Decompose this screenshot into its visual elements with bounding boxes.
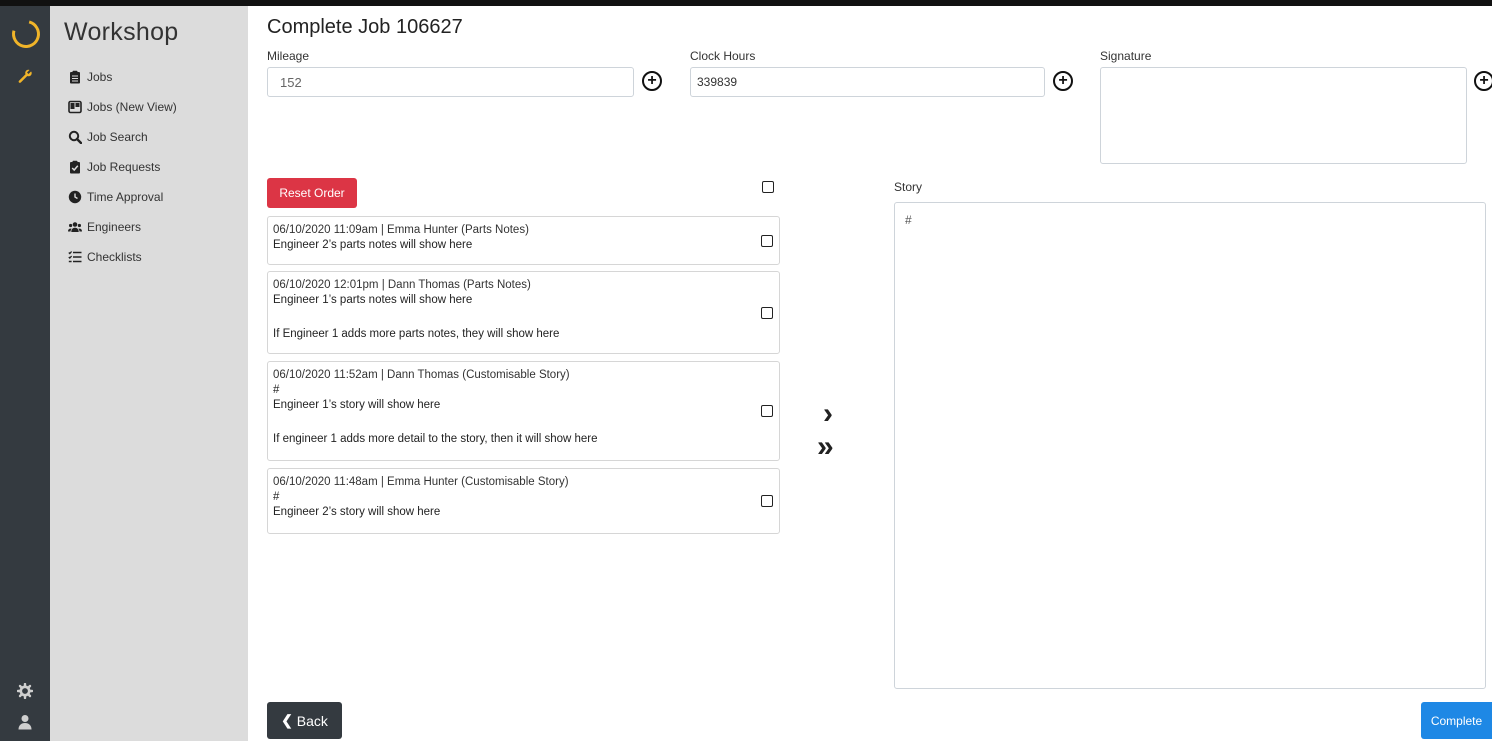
sidebar-item-job-requests[interactable]: Job Requests bbox=[68, 152, 177, 182]
back-button[interactable]: ❮ Back bbox=[267, 702, 342, 739]
plus-icon: + bbox=[1479, 72, 1489, 89]
sidebar-item-checklists[interactable]: Checklists bbox=[68, 242, 177, 272]
note-checkbox[interactable] bbox=[761, 405, 773, 417]
note-meta: 06/10/2020 11:48am | Emma Hunter (Custom… bbox=[273, 476, 569, 488]
page-title: Complete Job 106627 bbox=[267, 16, 463, 38]
plus-icon: + bbox=[647, 72, 657, 89]
clock-hours-label: Clock Hours bbox=[690, 49, 756, 63]
select-all-checkbox[interactable] bbox=[762, 181, 774, 193]
note-line: Engineer 1’s story will show here bbox=[273, 399, 441, 411]
note-line: # bbox=[273, 491, 280, 503]
sidebar-item-label: Jobs bbox=[87, 70, 113, 84]
add-mileage-button[interactable]: + bbox=[642, 71, 662, 91]
plus-icon: + bbox=[1058, 72, 1068, 89]
users-icon bbox=[68, 220, 82, 234]
search-icon bbox=[68, 130, 82, 144]
chevron-left-icon: ❮ bbox=[281, 712, 293, 728]
sidebar-item-job-search[interactable]: Job Search bbox=[68, 122, 177, 152]
note-card[interactable]: 06/10/2020 12:01pm | Dann Thomas (Parts … bbox=[267, 271, 780, 354]
user-icon[interactable] bbox=[17, 714, 33, 730]
reset-order-button[interactable]: Reset Order bbox=[267, 178, 357, 208]
clipboard-check-icon bbox=[68, 160, 82, 174]
clock-hours-input[interactable]: 339839 bbox=[690, 67, 1045, 97]
story-text: # bbox=[905, 213, 912, 227]
note-checkbox[interactable] bbox=[761, 235, 773, 247]
sidebar-item-label: Jobs (New View) bbox=[87, 100, 177, 114]
note-checkbox[interactable] bbox=[761, 307, 773, 319]
sidebar-item-time-approval[interactable]: Time Approval bbox=[68, 182, 177, 212]
story-textarea[interactable]: # bbox=[894, 202, 1486, 689]
move-all-arrow-icon[interactable]: » bbox=[817, 432, 834, 462]
icon-rail bbox=[0, 6, 50, 741]
signature-label: Signature bbox=[1100, 49, 1152, 63]
sidebar-item-label: Job Requests bbox=[87, 160, 161, 174]
sidebar: Workshop Jobs Jobs (New View) Job Search… bbox=[50, 6, 248, 741]
note-line bbox=[273, 308, 774, 327]
note-line: # bbox=[273, 384, 280, 396]
sidebar-item-label: Engineers bbox=[87, 220, 142, 234]
signature-pad[interactable] bbox=[1100, 67, 1467, 164]
note-card[interactable]: 06/10/2020 11:48am | Emma Hunter (Custom… bbox=[267, 468, 780, 534]
sidebar-nav: Jobs Jobs (New View) Job Search Job Requ… bbox=[68, 62, 177, 272]
note-line: Engineer 2’s parts notes will show here bbox=[273, 239, 473, 251]
add-signature-button[interactable]: + bbox=[1474, 71, 1492, 91]
move-selected-arrow-icon[interactable]: › bbox=[823, 399, 833, 429]
mileage-input[interactable]: 152 bbox=[267, 67, 634, 97]
sidebar-item-jobs[interactable]: Jobs bbox=[68, 62, 177, 92]
clock-icon bbox=[68, 190, 82, 204]
note-meta: 06/10/2020 11:09am | Emma Hunter (Parts … bbox=[273, 224, 529, 236]
back-label: Back bbox=[296, 712, 328, 729]
app-brand: Workshop bbox=[64, 18, 179, 46]
sidebar-item-engineers[interactable]: Engineers bbox=[68, 212, 177, 242]
story-label: Story bbox=[894, 180, 923, 194]
note-line: Engineer 2’s story will show here bbox=[273, 506, 441, 518]
columns-icon bbox=[68, 100, 82, 114]
note-meta: 06/10/2020 12:01pm | Dann Thomas (Parts … bbox=[273, 279, 531, 291]
sidebar-item-label: Job Search bbox=[87, 130, 148, 144]
note-line bbox=[273, 413, 774, 432]
clipboard-icon bbox=[68, 70, 82, 84]
note-line: Engineer 1’s parts notes will show here bbox=[273, 294, 473, 306]
note-line: If engineer 1 adds more detail to the st… bbox=[273, 433, 598, 445]
add-clock-hours-button[interactable]: + bbox=[1053, 71, 1073, 91]
mileage-label: Mileage bbox=[267, 49, 310, 63]
logo-icon[interactable] bbox=[6, 14, 46, 54]
sidebar-item-label: Time Approval bbox=[87, 190, 164, 204]
sidebar-item-jobs-new-view[interactable]: Jobs (New View) bbox=[68, 92, 177, 122]
note-meta: 06/10/2020 11:52am | Dann Thomas (Custom… bbox=[273, 369, 570, 381]
tasks-icon bbox=[68, 250, 82, 264]
note-card[interactable]: 06/10/2020 11:52am | Dann Thomas (Custom… bbox=[267, 361, 780, 461]
mileage-value: 152 bbox=[280, 74, 302, 90]
gear-icon[interactable] bbox=[17, 683, 33, 699]
note-card[interactable]: 06/10/2020 11:09am | Emma Hunter (Parts … bbox=[267, 216, 780, 265]
complete-button[interactable]: Complete bbox=[1421, 702, 1492, 739]
note-checkbox[interactable] bbox=[761, 495, 773, 507]
clock-hours-value: 339839 bbox=[697, 75, 738, 89]
main-content: Complete Job 106627 Mileage 152 + Clock … bbox=[267, 6, 1492, 741]
note-line: If Engineer 1 adds more parts notes, the… bbox=[273, 328, 560, 340]
wrench-icon[interactable] bbox=[17, 68, 33, 84]
sidebar-item-label: Checklists bbox=[87, 250, 142, 264]
